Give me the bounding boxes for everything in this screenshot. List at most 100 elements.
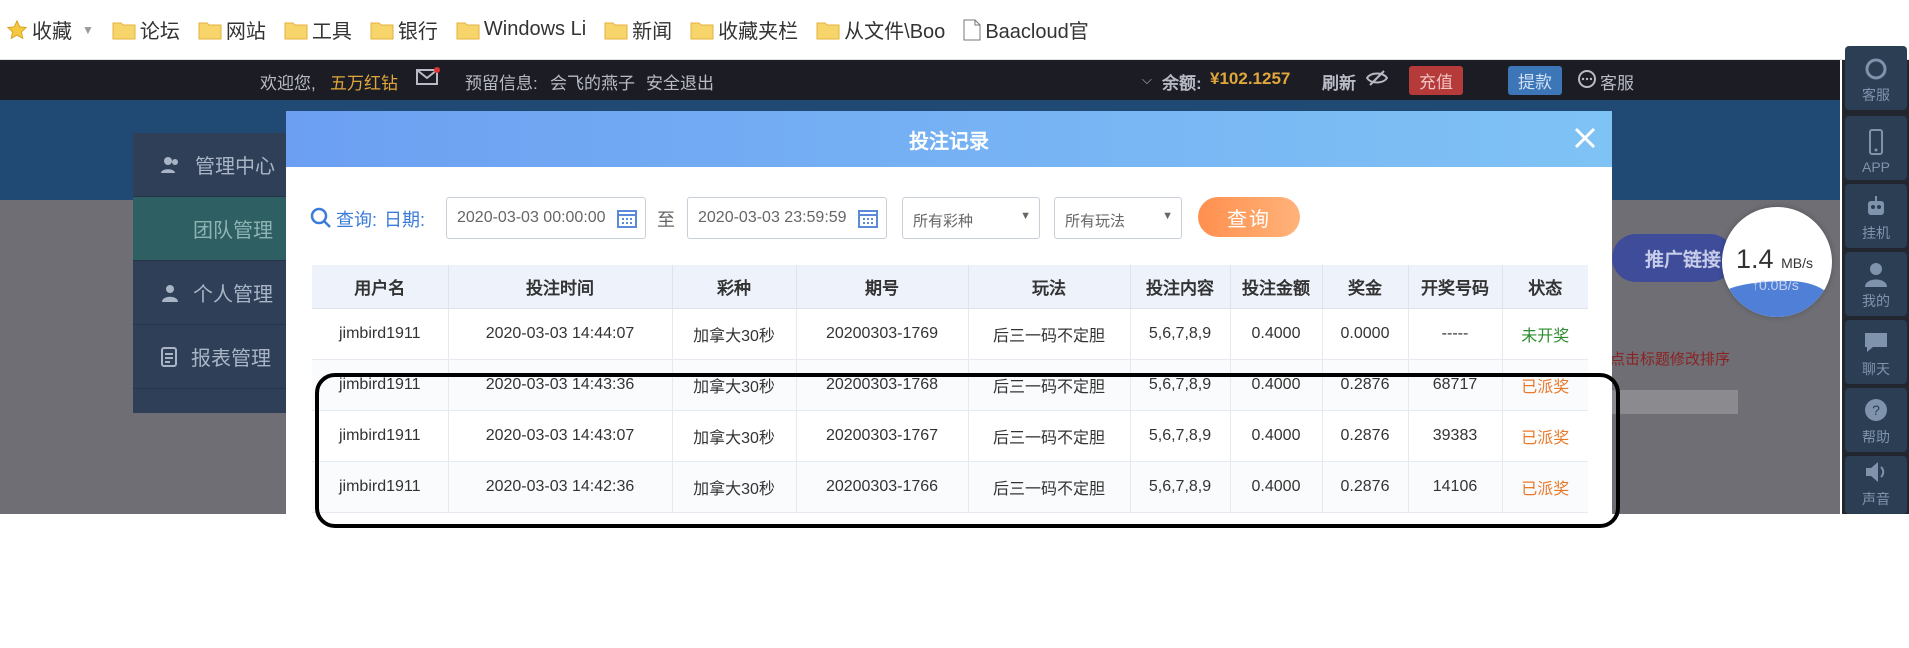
lottery-type-value: 所有彩种 — [913, 213, 974, 230]
folder-icon — [456, 22, 480, 39]
query-button[interactable]: 查询 — [1198, 197, 1300, 237]
bookmark-folder[interactable]: 网站 — [198, 10, 266, 50]
column-header[interactable]: 期号 — [796, 265, 969, 309]
rail-item-chat[interactable]: 聊天 — [1845, 320, 1907, 384]
cell-amount: 0.4000 — [1230, 308, 1323, 360]
refresh-link[interactable]: 刷新 — [1322, 69, 1356, 94]
cell-status: 未开奖 — [1502, 308, 1588, 360]
cell-prize: 0.2876 — [1322, 461, 1409, 513]
mail-icon[interactable] — [416, 67, 440, 92]
table-row[interactable]: jimbird1911 2020-03-03 14:43:07 加拿大30秒 2… — [312, 410, 1588, 462]
star-icon — [6, 19, 28, 39]
rail-item-help[interactable]: ? 帮助 — [1845, 388, 1907, 452]
table-header-row: 用户名 投注时间 彩种 期号 玩法 投注内容 投注金额 奖金 开奖号码 状态 — [312, 265, 1588, 309]
table-row[interactable]: jimbird1911 2020-03-03 14:42:36 加拿大30秒 2… — [312, 461, 1588, 513]
speed-value: 1.4 — [1736, 244, 1774, 274]
column-header[interactable]: 玩法 — [968, 265, 1131, 309]
folder-icon — [604, 22, 628, 39]
cell-status: 已派奖 — [1502, 461, 1588, 513]
promo-link-button[interactable]: 推广链接 — [1612, 234, 1734, 282]
bookmark-folder[interactable]: 论坛 — [112, 10, 180, 50]
user-icon — [162, 284, 178, 302]
logout-link[interactable]: 安全退出 — [646, 69, 714, 94]
cell-bet-time: 2020-03-03 14:42:36 — [448, 461, 673, 513]
cell-lottery: 加拿大30秒 — [672, 461, 797, 513]
cell-content: 5,6,7,8,9 — [1130, 359, 1231, 411]
bookmark-favorites[interactable]: 收藏 ▼ — [6, 10, 94, 50]
end-date-value: 2020-03-03 23:59:59 — [698, 209, 847, 226]
play-type-select[interactable]: 所有玩法 ▼ — [1054, 197, 1182, 239]
bookmark-folder[interactable]: Windows Li — [456, 10, 586, 50]
start-date-input[interactable]: 2020-03-03 00:00:00 — [446, 197, 646, 239]
rail-item-service[interactable]: 客服 — [1845, 46, 1907, 110]
bookmark-folder[interactable]: 收藏夹栏 — [690, 10, 798, 50]
bookmark-page[interactable]: Baacloud官 — [963, 10, 1089, 50]
network-speed-widget[interactable]: 1.4 MB/s ↑0.0B/s — [1722, 207, 1832, 317]
bookmark-label: 网站 — [225, 21, 266, 43]
calendar-icon[interactable] — [858, 208, 878, 228]
username-link[interactable]: 五万红钻 — [330, 69, 398, 94]
cell-lottery: 加拿大30秒 — [672, 308, 797, 360]
rail-item-label: 客服 — [1862, 87, 1890, 103]
sidebar-item-label: 个人管理 — [193, 284, 273, 306]
eye-off-icon[interactable] — [1365, 68, 1389, 93]
bookmark-folder[interactable]: 从文件\Boo — [816, 10, 945, 50]
background-panel — [1608, 390, 1738, 414]
folder-icon — [198, 22, 222, 39]
start-date-value: 2020-03-03 00:00:00 — [457, 209, 606, 226]
chevron-down-icon[interactable]: ⌵ — [1142, 72, 1152, 88]
column-header[interactable]: 投注时间 — [448, 265, 673, 309]
rail-item-auto-bet[interactable]: 挂机 — [1845, 184, 1907, 248]
cell-amount: 0.4000 — [1230, 359, 1323, 411]
bookmark-label: Baacloud官 — [985, 21, 1089, 43]
close-icon[interactable] — [1572, 125, 1598, 151]
column-header[interactable]: 彩种 — [672, 265, 797, 309]
page-icon — [963, 19, 981, 40]
sidebar-item-management-center[interactable]: 管理中心 — [133, 133, 293, 197]
query-label: 查询: — [336, 210, 378, 230]
rail-item-sound[interactable]: 声音 — [1845, 456, 1907, 514]
end-date-input[interactable]: 2020-03-03 23:59:59 — [687, 197, 887, 239]
bookmark-folder[interactable]: 银行 — [370, 10, 438, 50]
table-row[interactable]: jimbird1911 2020-03-03 14:44:07 加拿大30秒 2… — [312, 308, 1588, 360]
withdraw-button[interactable]: 提款 — [1508, 66, 1562, 95]
bookmark-folder[interactable]: 新闻 — [604, 10, 672, 50]
cell-play: 后三一码不定胆 — [968, 308, 1131, 360]
column-header[interactable]: 开奖号码 — [1408, 265, 1503, 309]
chevron-down-icon[interactable]: ▼ — [82, 23, 94, 37]
balance-label: 余额: — [1162, 74, 1202, 93]
help-icon: ? — [1865, 399, 1887, 421]
cell-username: jimbird1911 — [312, 410, 449, 462]
bookmark-label: 新闻 — [632, 21, 673, 43]
headset-icon — [1865, 58, 1887, 80]
svg-text:?: ? — [1872, 402, 1880, 418]
chat-icon — [1865, 333, 1887, 352]
rail-item-app[interactable]: APP — [1845, 116, 1907, 180]
lottery-type-select[interactable]: 所有彩种 ▼ — [902, 197, 1040, 239]
rail-item-label: 挂机 — [1862, 225, 1890, 241]
bookmark-label: 工具 — [311, 21, 352, 43]
column-header[interactable]: 状态 — [1502, 265, 1588, 309]
bookmark-label: 收藏 — [32, 21, 72, 43]
column-header[interactable]: 投注内容 — [1130, 265, 1231, 309]
table-row[interactable]: jimbird1911 2020-03-03 14:43:36 加拿大30秒 2… — [312, 359, 1588, 411]
column-header[interactable]: 用户名 — [312, 265, 449, 309]
recharge-button[interactable]: 充值 — [1409, 66, 1463, 95]
bookmark-folder[interactable]: 工具 — [284, 10, 352, 50]
service-link[interactable]: 客服 — [1600, 69, 1634, 94]
bet-records-table: 用户名 投注时间 彩种 期号 玩法 投注内容 投注金额 奖金 开奖号码 状态 j… — [312, 265, 1588, 513]
sidebar-item-report-management[interactable]: 报表管理 — [133, 325, 293, 389]
cell-draw-number: 68717 — [1408, 359, 1503, 411]
column-header[interactable]: 投注金额 — [1230, 265, 1323, 309]
date-label: 日期: — [384, 210, 426, 230]
cell-bet-time: 2020-03-03 14:44:07 — [448, 308, 673, 360]
rail-item-label: APP — [1861, 159, 1890, 175]
cell-bet-time: 2020-03-03 14:43:36 — [448, 359, 673, 411]
rail-item-mine[interactable]: 我的 — [1845, 252, 1907, 316]
headset-icon[interactable] — [1577, 69, 1597, 94]
calendar-icon[interactable] — [617, 208, 637, 228]
sidebar-item-personal-management[interactable]: 个人管理 — [133, 261, 293, 325]
sidebar-item-team-management[interactable]: 团队管理 — [133, 197, 293, 261]
column-header[interactable]: 奖金 — [1322, 265, 1409, 309]
rail-item-label: 声音 — [1862, 491, 1890, 507]
